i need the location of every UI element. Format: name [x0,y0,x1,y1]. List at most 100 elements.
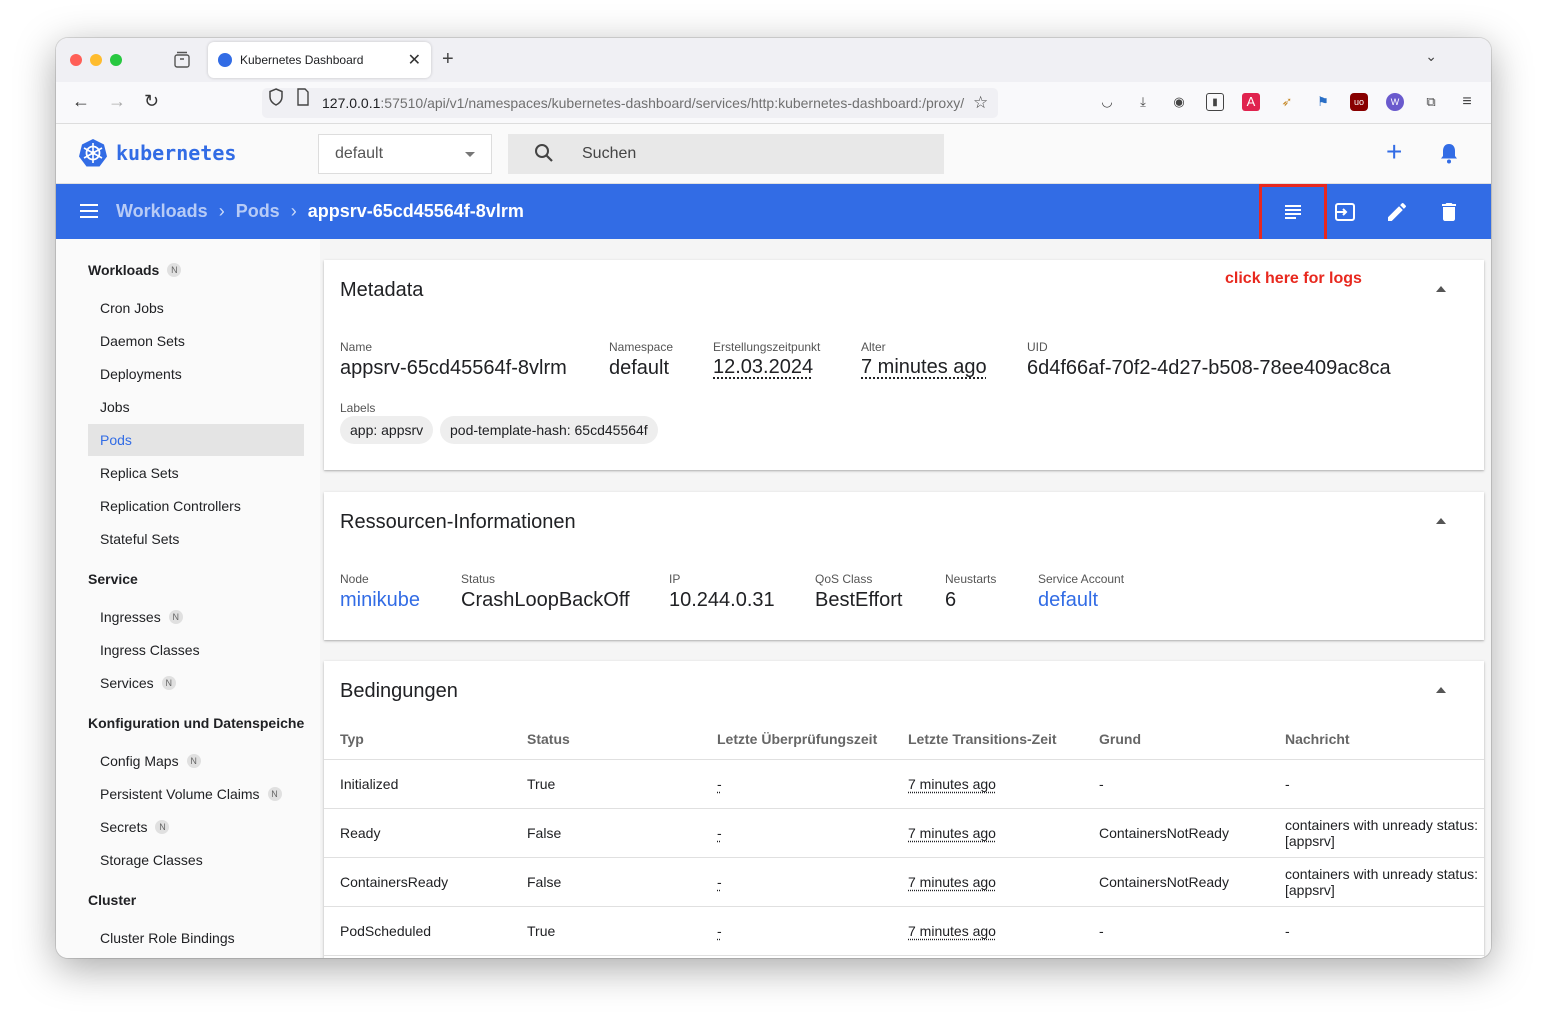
resource-info-title: Ressourcen-Informationen [340,511,576,533]
service-account-link[interactable]: default [1038,589,1124,612]
new-badge: N [167,263,182,277]
new-tab-button[interactable]: + [442,48,454,71]
cell-value: 7 minutes ago [908,922,996,939]
sidebar-item-services[interactable]: Services N [88,667,304,699]
sidebar-item-replica-sets[interactable]: Replica Sets [88,457,304,489]
url-bar[interactable]: 127.0.0.1:57510/api/v1/namespaces/kubern… [262,88,998,118]
sidebar-item-label: Secrets [100,819,148,835]
logs-highlight-box [1259,184,1327,245]
sidebar-header-config[interactable]: Konfiguration und Datenspeicherung [88,715,304,731]
sidebar-item-storage-classes[interactable]: Storage Classes [88,844,304,876]
new-badge: N [186,754,201,768]
sidebar-item-pods[interactable]: Pods [88,424,304,456]
sidebar-item-label: Ingress Classes [100,642,200,658]
bookmark-star-icon[interactable]: ☆ [973,93,988,113]
sidebar-item-stateful-sets[interactable]: Stateful Sets [88,523,304,555]
sidebar-item-ingress-classes[interactable]: Ingress Classes [88,634,304,666]
sidebar-item-config-maps[interactable]: Config Maps N [88,745,304,777]
notifications-bell-icon[interactable] [1439,142,1459,164]
sidebar-toggle-menu-icon[interactable] [80,204,98,218]
extension-w-icon[interactable]: W [1386,93,1404,111]
sidebar-header-cluster[interactable]: Cluster [88,892,136,908]
sidebar-item-jobs[interactable]: Jobs [88,391,304,423]
create-plus-icon[interactable]: + [1386,136,1402,168]
logs-annotation: click here for logs [1225,270,1362,287]
extensions-puzzle-icon[interactable]: ⧉ [1422,93,1440,111]
field-label: Status [461,572,496,586]
cell-value: 7 minutes ago [908,873,996,890]
field-status: Status CrashLoopBackOff [461,572,630,612]
namespace-select[interactable]: default [318,134,492,174]
sidebar-item-daemon-sets[interactable]: Daemon Sets [88,325,304,357]
breadcrumb-pods[interactable]: Pods [236,201,280,222]
app-header: kubernetes default Suchen + [56,124,1491,184]
bitwarden-icon[interactable]: ▮ [1206,93,1224,111]
field-name: Name appsrv-65cd45564f-8vlrm [340,340,567,380]
collapse-chevron-icon[interactable] [1436,286,1446,292]
cell-value: - [717,922,722,939]
angular-extension-icon[interactable]: A [1242,93,1260,111]
sidebar-item-replication-controllers[interactable]: Replication Controllers [88,490,304,522]
breadcrumb-workloads[interactable]: Workloads [116,201,208,222]
forward-arrow-icon[interactable]: → [108,91,126,112]
menu-hamburger-icon[interactable]: ≡ [1458,93,1476,111]
sidebar-item-cron-jobs[interactable]: Cron Jobs [88,292,304,324]
edit-pencil-icon[interactable] [1385,200,1409,224]
breadcrumb-chevron-icon: › [218,201,225,221]
collapse-chevron-icon[interactable] [1436,518,1446,524]
resource-info-card: Ressourcen-Informationen Node minikube St… [324,492,1484,640]
search-icon [535,144,553,162]
sidebar-header-service[interactable]: Service [88,571,138,587]
shield-icon[interactable] [268,88,284,106]
table-cell: 7 minutes ago [892,857,1083,907]
close-tab-icon[interactable]: ✕ [408,50,421,70]
tab-list-chevron-icon[interactable]: ⌄ [1425,48,1437,65]
logo-text: kubernetes [116,141,237,165]
exec-shell-icon[interactable] [1333,200,1357,224]
search-input[interactable]: Suchen [508,134,944,174]
back-arrow-icon[interactable]: ← [72,91,90,112]
field-value: 6d4f66af-70f2-4d27-b508-78ee409ac8ca [1027,357,1391,379]
cell-value: 7 minutes ago [908,775,996,792]
minimize-window-button[interactable] [90,54,102,66]
ublock-icon[interactable]: uo [1350,93,1368,111]
sidebar-item-label: Services [100,675,154,691]
collapse-chevron-icon[interactable] [1436,687,1446,693]
field-label: Namespace [609,340,674,354]
browser-window: Kubernetes Dashboard ✕ + ⌄ ← → ↻ 127.0.0… [56,38,1491,958]
account-icon[interactable]: ◉ [1170,93,1188,111]
url-path: :57510/api/v1/namespaces/kubernetes-dash… [380,95,965,111]
table-cell: containers with unready status: [appsrv] [1269,857,1484,907]
table-cell: False [511,808,701,858]
breadcrumb-chevron-icon: › [290,201,297,221]
sidebar-item-ingresses[interactable]: Ingresses N [88,601,304,633]
sidebar-item-persistent-volume-claims[interactable]: Persistent Volume Claims N [88,778,304,810]
table-cell: - [1083,759,1269,809]
url-host: 127.0.0.1 [322,95,381,111]
delete-trash-icon[interactable] [1437,200,1461,224]
cell-value: - [717,775,722,792]
extension-flag-icon[interactable]: ⚑ [1314,93,1332,111]
new-badge: N [168,610,183,624]
table-cell: ContainersReady [324,857,511,907]
download-icon[interactable]: ⤓ [1134,93,1152,111]
node-link[interactable]: minikube [340,589,420,612]
tab-overview-icon[interactable] [172,51,192,69]
table-row: PodScheduled True - 7 minutes ago - - [324,906,1484,956]
sidebar-item-deployments[interactable]: Deployments [88,358,304,390]
kubernetes-logo[interactable]: kubernetes [78,138,236,168]
close-window-button[interactable] [70,54,82,66]
sidebar-header-workloads[interactable]: Workloads N [88,262,182,278]
pocket-icon[interactable]: ◡ [1098,93,1116,111]
zoom-window-button[interactable] [110,54,122,66]
dropdown-caret-icon [465,152,475,157]
reload-icon[interactable]: ↻ [144,91,159,112]
sidebar-item-cluster-role-bindings[interactable]: Cluster Role Bindings [88,922,304,954]
field-label: Node [340,572,369,586]
sidebar-item-secrets[interactable]: Secrets N [88,811,304,843]
field-created: Erstellungszeitpunkt 12.03.2024 [713,340,820,378]
column-header: Letzte Transitions-Zeit [892,719,1083,760]
field-age: Alter 7 minutes ago [861,340,987,378]
extension-bird-icon[interactable]: ➶ [1278,93,1296,111]
browser-tab[interactable]: Kubernetes Dashboard ✕ [208,42,431,78]
